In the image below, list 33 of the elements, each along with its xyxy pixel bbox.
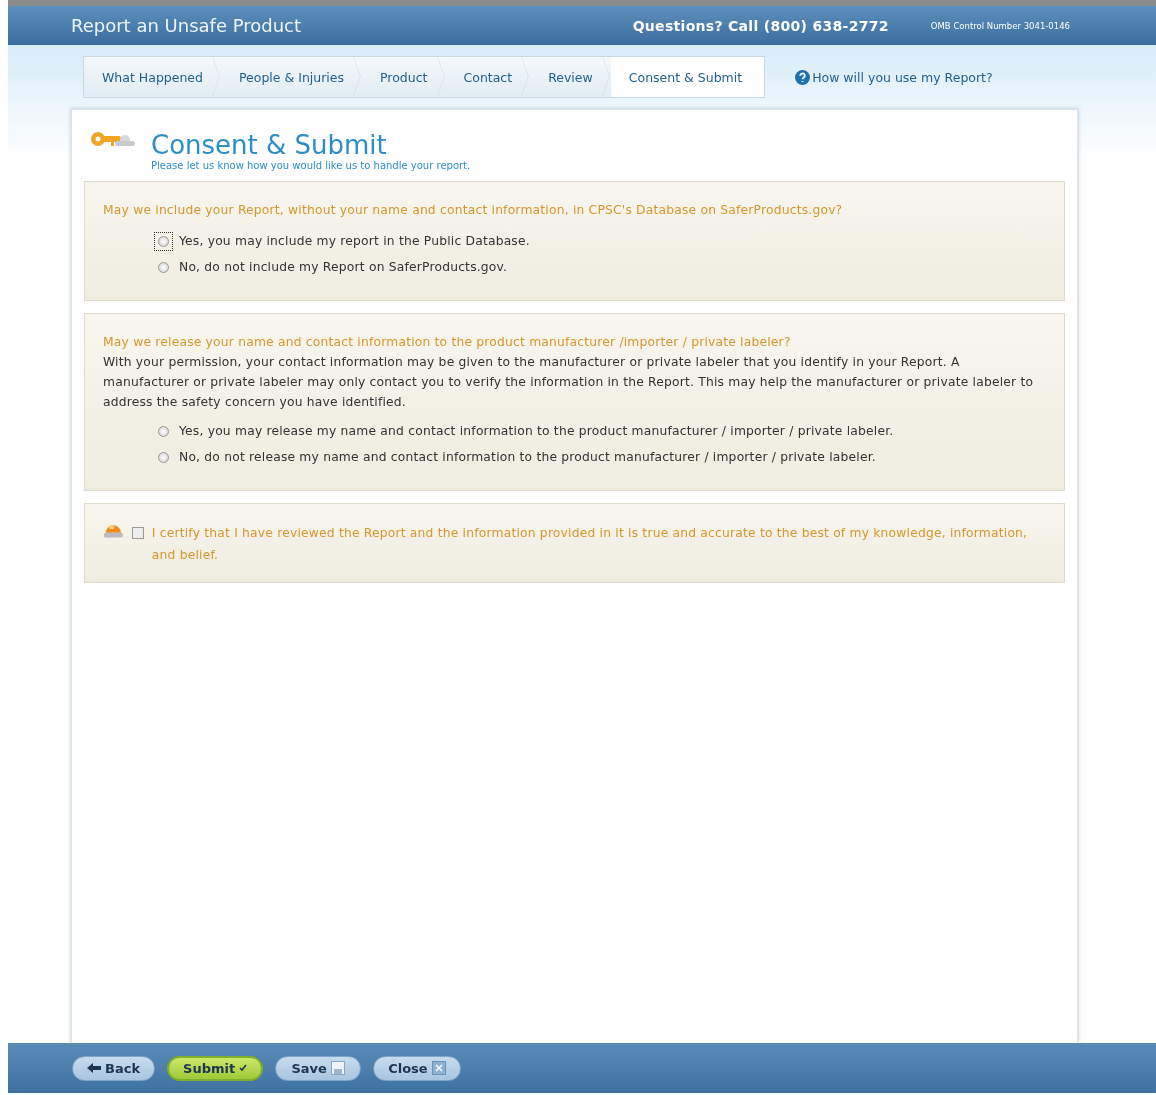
radio-button[interactable] xyxy=(158,425,169,437)
step-tab[interactable]: What Happened xyxy=(84,57,221,97)
step-tab[interactable]: People & Injuries xyxy=(221,57,363,97)
question-text: May we include your Report, without your name and contact information, in CPSC's Database on SaferProducts.gov? xyxy=(103,202,844,219)
save-icon xyxy=(330,1061,345,1075)
check-icon xyxy=(239,1064,248,1072)
save-button[interactable]: Save xyxy=(275,1055,362,1081)
app-title: Report an Unsafe Product xyxy=(71,15,303,36)
step-tab[interactable]: Review xyxy=(530,57,611,97)
option-label[interactable]: Yes, you may release my name and contact information to the product manufacturer / importer / private labeler. xyxy=(179,424,894,438)
option-label[interactable]: Yes, you may include my report in the Public Database. xyxy=(179,234,530,248)
option-label[interactable]: No, do not release my name and contact information to the product manufacturer / importer / private labeler. xyxy=(179,450,876,464)
close-button[interactable]: Close xyxy=(373,1055,461,1081)
radio-button[interactable] xyxy=(158,451,169,463)
submit-button[interactable]: Submit xyxy=(167,1055,264,1081)
help-link[interactable]: How will you use my Report? xyxy=(812,69,993,85)
left-arrow-icon xyxy=(87,1063,101,1073)
step-tab[interactable]: Consent & Submit xyxy=(610,57,765,97)
step-tab[interactable]: Contact xyxy=(445,57,531,97)
back-button[interactable]: Back xyxy=(72,1055,156,1081)
checkbox[interactable] xyxy=(131,527,144,539)
page-title: Consent & Submit xyxy=(151,130,388,160)
close-icon xyxy=(431,1061,446,1075)
help-icon xyxy=(795,69,811,85)
phone-number: Questions? Call (800) 638-2772 xyxy=(632,17,889,34)
radio-button[interactable] xyxy=(158,235,169,247)
step-tab[interactable]: Product xyxy=(362,57,446,97)
page-subtitle: Please let us know how you would like us to handle your report. xyxy=(151,160,471,171)
option-label[interactable]: No, do not include my Report on SaferProducts.gov. xyxy=(179,260,508,274)
question-description: With your permission, your contact information may be given to the manufacturer or private labeler that you identify in your Report. A manufacturer or private labeler may only contact you to verify the information in the Report. This may help the manufacturer or private labeler to address the safety concern you have identified. xyxy=(103,354,1035,411)
radio-button[interactable] xyxy=(158,261,169,273)
question-text: May we release your name and contact information to the product manufacturer /importer / private labeler? xyxy=(103,334,792,351)
omb-number: OMB Control Number 3041-0146 xyxy=(930,20,1070,31)
